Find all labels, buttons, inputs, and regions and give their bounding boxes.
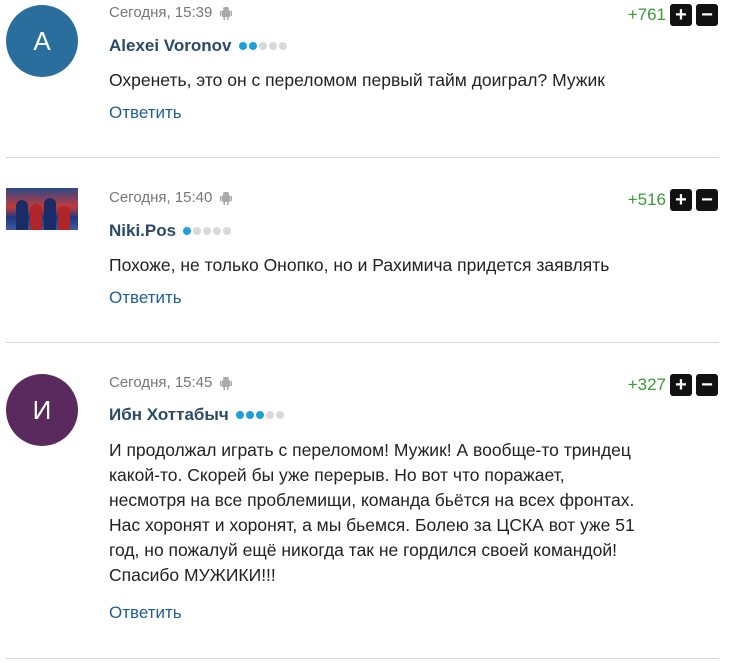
comment-text-line: какой-то. Скорей бы уже перерыв. Но вот … xyxy=(109,465,565,485)
comment-text-line: Нас хоронят и хоронят, а мы бьемся. Боле… xyxy=(109,515,635,535)
author-row: Alexei Voronov xyxy=(109,36,287,56)
divider xyxy=(6,658,719,659)
user-rating-dots xyxy=(235,411,284,419)
android-icon xyxy=(220,376,233,390)
upvote-button[interactable]: + xyxy=(670,374,692,396)
downvote-button[interactable]: − xyxy=(696,189,718,211)
author-name[interactable]: Niki.Pos xyxy=(109,221,176,241)
comment-meta: Сегодня, 15:39 xyxy=(109,4,233,21)
comment-meta: Сегодня, 15:45 xyxy=(109,374,233,391)
comment-meta: Сегодня, 15:40 xyxy=(109,189,233,206)
reply-link[interactable]: Ответить xyxy=(109,288,182,308)
downvote-button[interactable]: − xyxy=(696,374,718,396)
comment-text-line: несмотря на все проблемищи, команда бьёт… xyxy=(109,490,635,510)
timestamp: Сегодня, 15:45 xyxy=(109,374,213,391)
avatar[interactable] xyxy=(6,188,78,230)
comment-text: И продолжал играть с переломом! Мужик! А… xyxy=(109,438,714,588)
comment-text: Охренеть, это он с переломом первый тайм… xyxy=(109,70,605,90)
comment-text: Похоже, не только Онопко, но и Рахимича … xyxy=(109,255,610,275)
author-row: Niki.Pos xyxy=(109,221,232,241)
user-rating-dots xyxy=(183,227,232,235)
vote-score: +761 xyxy=(627,5,666,24)
comment-text-line: год, но пожалуй ещё никогда так не горди… xyxy=(109,540,617,560)
author-row: Ибн Хоттабыч xyxy=(109,405,284,425)
avatar-letter: A xyxy=(33,25,51,56)
user-rating-dots xyxy=(238,42,287,50)
author-name[interactable]: Alexei Voronov xyxy=(109,36,232,56)
timestamp: Сегодня, 15:39 xyxy=(109,4,213,21)
avatar[interactable]: A xyxy=(6,5,78,77)
downvote-button[interactable]: − xyxy=(696,4,718,26)
timestamp: Сегодня, 15:40 xyxy=(109,189,213,206)
vote-score: +516 xyxy=(627,190,666,209)
comment-text-line: Спасибо МУЖИКИ!!! xyxy=(109,565,276,585)
divider xyxy=(6,342,719,343)
reply-link[interactable]: Ответить xyxy=(109,103,182,123)
upvote-button[interactable]: + xyxy=(670,4,692,26)
avatar-letter: И xyxy=(32,394,52,425)
author-name[interactable]: Ибн Хоттабыч xyxy=(109,405,229,425)
avatar[interactable]: И xyxy=(6,374,78,446)
comment-text-line: И продолжал играть с переломом! Мужик! А… xyxy=(109,440,631,460)
upvote-button[interactable]: + xyxy=(670,189,692,211)
vote-score: +327 xyxy=(627,375,666,394)
reply-link[interactable]: Ответить xyxy=(109,603,182,623)
android-icon xyxy=(220,191,233,205)
android-icon xyxy=(220,6,233,20)
divider xyxy=(6,157,719,158)
